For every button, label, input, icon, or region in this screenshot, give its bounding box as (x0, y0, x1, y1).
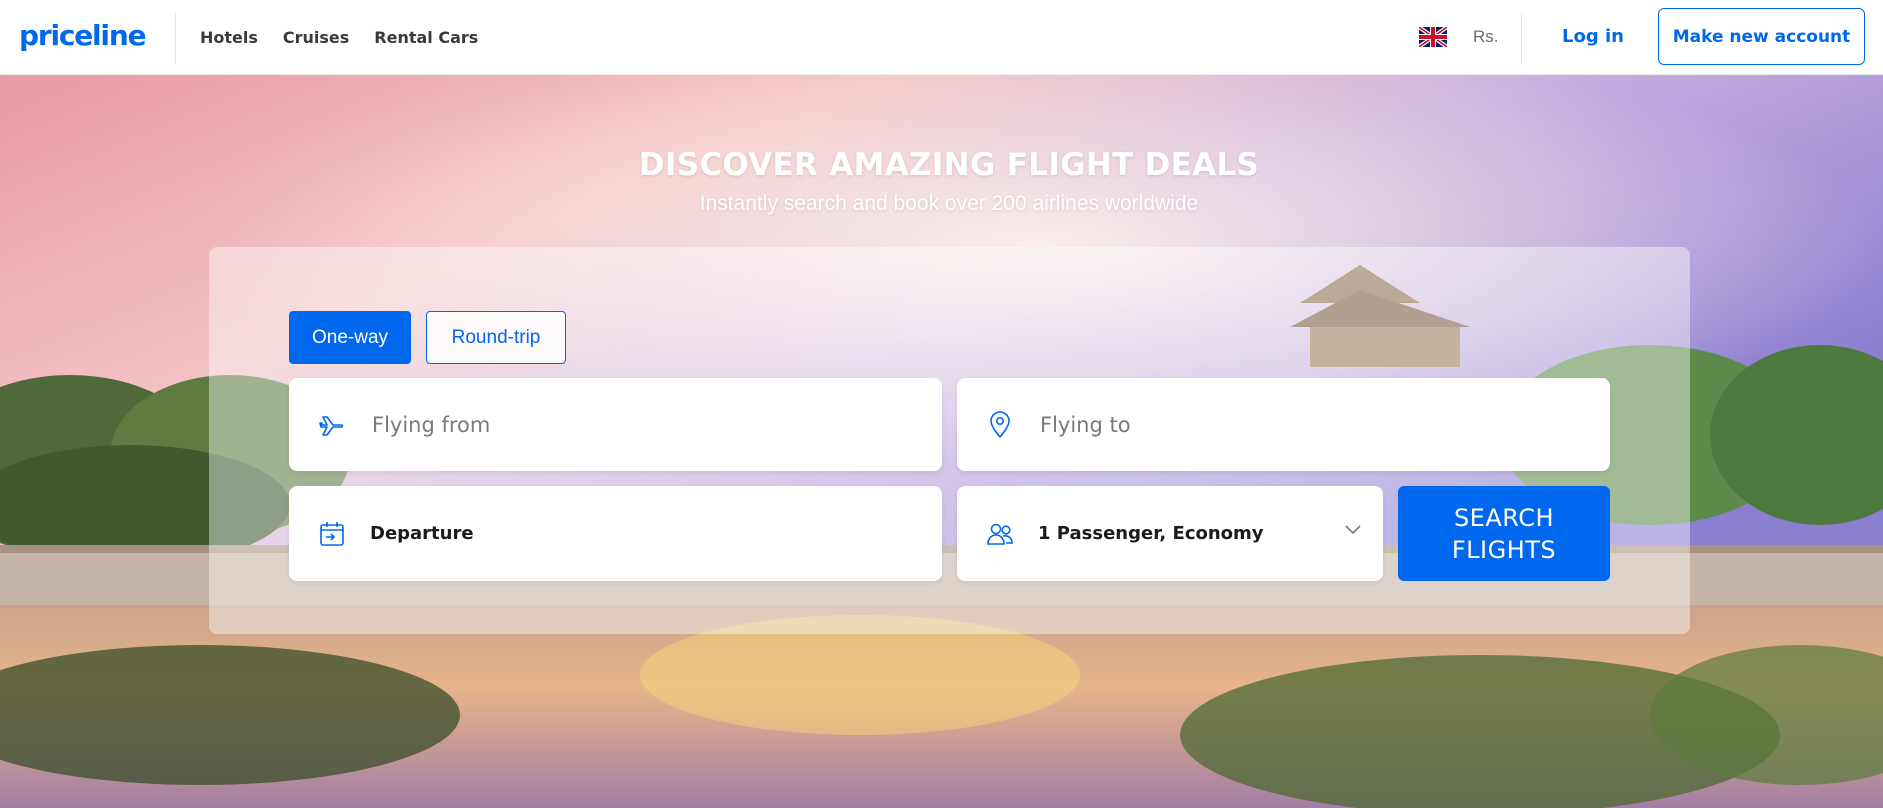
location-pin-icon (985, 410, 1015, 440)
trip-type-round-trip[interactable]: Round-trip (426, 311, 566, 364)
main-nav: Hotels Cruises Rental Cars (200, 0, 503, 75)
uk-flag-icon[interactable] (1419, 27, 1447, 47)
flying-to-field[interactable] (957, 378, 1610, 471)
passengers-cabin-value: 1 Passenger, Economy (1038, 523, 1264, 544)
hero-subheadline: Instantly search and book over 200 airli… (699, 192, 1199, 215)
currency-selector[interactable]: Rs. (1473, 27, 1499, 47)
airplane-icon (317, 410, 347, 440)
top-header: priceline Hotels Cruises Rental Cars Rs.… (0, 0, 1883, 75)
hero-headline: DISCOVER AMAZING FLIGHT DEALS (638, 147, 1260, 183)
calendar-icon (317, 519, 347, 549)
flying-to-input[interactable] (1040, 412, 1498, 437)
nav-rental-cars[interactable]: Rental Cars (374, 28, 478, 47)
chevron-down-icon (1345, 525, 1361, 535)
make-new-account-button[interactable]: Make new account (1658, 8, 1865, 65)
trip-type-one-way[interactable]: One-way (289, 311, 411, 364)
flying-from-field[interactable] (289, 378, 942, 471)
departure-date-field[interactable]: Departure (289, 486, 942, 581)
people-icon (985, 519, 1015, 549)
divider (175, 13, 176, 63)
nav-cruises[interactable]: Cruises (283, 28, 349, 47)
nav-hotels[interactable]: Hotels (200, 28, 258, 47)
login-link[interactable]: Log in (1562, 24, 1624, 50)
priceline-logo[interactable]: priceline (19, 18, 147, 54)
search-flights-button[interactable]: SEARCH FLIGHTS (1398, 486, 1610, 581)
flying-from-input[interactable] (372, 412, 830, 437)
departure-label: Departure (370, 523, 474, 544)
passengers-cabin-select[interactable]: 1 Passenger, Economy (957, 486, 1383, 581)
search-flights-label: SEARCH FLIGHTS (1451, 503, 1557, 564)
divider (1521, 13, 1522, 63)
